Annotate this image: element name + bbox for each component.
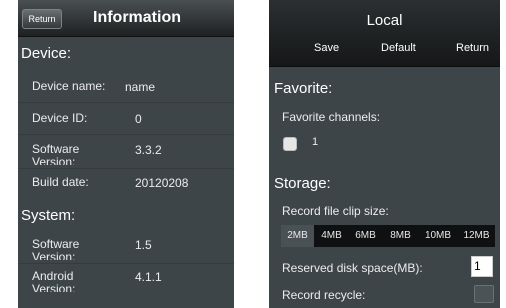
channel-1-checkbox[interactable] <box>283 137 297 151</box>
clip-size-option-10mb[interactable]: 10MB <box>419 225 457 247</box>
device-id-value: 0 <box>135 112 142 126</box>
android-version-label: Android Version: <box>32 270 76 292</box>
device-software-version-label: Software Version: <box>32 143 80 165</box>
record-recycle-label: Record recycle: <box>282 288 366 302</box>
channel-1-label: 1 <box>312 136 319 148</box>
save-button[interactable]: Save <box>314 42 339 54</box>
clip-size-option-12mb[interactable]: 12MB <box>458 225 495 247</box>
storage-section-title: Storage: <box>274 175 331 192</box>
divider <box>18 168 234 169</box>
page-title: Information <box>93 9 181 26</box>
favorite-section-title: Favorite: <box>274 80 333 97</box>
divider <box>18 134 234 135</box>
default-button[interactable]: Default <box>381 42 416 54</box>
clip-size-selector: 2MB 4MB 6MB 8MB 10MB 12MB <box>281 225 495 247</box>
clip-size-label: Record file clip size: <box>282 204 389 218</box>
android-version-value: 4.1.1 <box>135 270 162 284</box>
page-title: Local <box>366 12 403 29</box>
device-section-title: Device: <box>21 45 72 62</box>
local-header: Local Save Default Return <box>269 0 500 67</box>
system-section-title: System: <box>21 207 76 224</box>
return-button[interactable]: Return <box>456 42 489 54</box>
clip-size-option-4mb[interactable]: 4MB <box>315 225 348 247</box>
device-id-label: Device ID: <box>32 111 88 125</box>
divider <box>18 102 234 103</box>
favorite-channels-label: Favorite channels: <box>282 110 381 124</box>
clip-size-option-8mb[interactable]: 8MB <box>384 225 417 247</box>
clip-size-option-2mb[interactable]: 2MB <box>281 225 314 247</box>
information-header: Return Information <box>18 0 234 37</box>
return-button[interactable]: Return <box>22 9 62 29</box>
system-software-version-label: Software Version: <box>32 238 80 260</box>
clip-size-option-6mb[interactable]: 6MB <box>349 225 382 247</box>
device-software-version-value: 3.3.2 <box>135 143 162 157</box>
build-date-label: Build date: <box>32 175 89 189</box>
record-recycle-checkbox[interactable] <box>474 285 494 303</box>
system-software-version-value: 1.5 <box>135 238 152 252</box>
local-settings-screen: Local Save Default Return Favorite: Favo… <box>269 0 500 308</box>
reserved-disk-space-label: Reserved disk space(MB): <box>282 261 423 275</box>
divider <box>18 263 234 264</box>
device-name-label: Device name: <box>32 79 106 93</box>
device-name-value: name <box>125 80 156 94</box>
information-screen: Return Information Device: Device name: … <box>18 0 234 308</box>
reserved-disk-space-input[interactable]: 1 <box>471 256 493 277</box>
build-date-value: 20120208 <box>135 176 189 190</box>
